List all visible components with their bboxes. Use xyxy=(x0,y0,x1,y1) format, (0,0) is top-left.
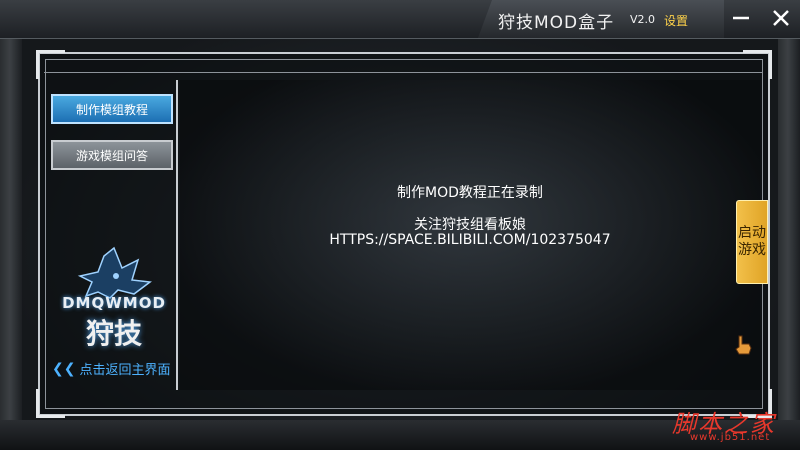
close-button[interactable] xyxy=(767,6,795,30)
right-pillar xyxy=(778,0,800,450)
back-to-main-link[interactable]: ❮❮ 点击返回主界面 xyxy=(52,359,171,379)
panel-divider xyxy=(44,72,762,73)
sidebar-item-mod-tutorial[interactable]: 制作模组教程 xyxy=(51,94,173,124)
launch-game-button[interactable]: 启动 游戏 xyxy=(736,200,768,284)
minimize-icon xyxy=(733,16,749,20)
status-message: 制作MOD教程正在录制 xyxy=(397,185,543,201)
corner-ornament xyxy=(36,50,65,79)
close-icon xyxy=(773,10,789,26)
minimize-button[interactable] xyxy=(727,6,755,30)
logo-chinese-text: 狩技 xyxy=(85,317,142,350)
hand-pointer-icon[interactable] xyxy=(733,334,753,356)
settings-button[interactable]: 设置 xyxy=(664,12,688,29)
launch-label-bottom: 游戏 xyxy=(738,242,766,258)
back-link-label: 点击返回主界面 xyxy=(79,363,171,378)
app-title: 狩技MOD盒子 xyxy=(498,13,615,33)
app-version: V2.0 xyxy=(630,13,656,26)
launch-label-top: 启动 xyxy=(738,225,766,241)
follow-message: 关注狩技组看板娘 xyxy=(414,217,526,233)
sidebar-item-mod-qa[interactable]: 游戏模组问答 xyxy=(51,140,173,170)
corner-ornament xyxy=(743,50,772,79)
double-chevron-left-icon: ❮❮ xyxy=(52,360,76,377)
corner-ornament xyxy=(36,389,65,418)
bilibili-url: HTTPS://SPACE.BILIBILI.COM/102375047 xyxy=(329,232,611,248)
left-pillar xyxy=(0,0,22,450)
logo-text: DMQWMOD xyxy=(62,294,166,312)
watermark-url: www.jb51.net xyxy=(690,432,771,443)
